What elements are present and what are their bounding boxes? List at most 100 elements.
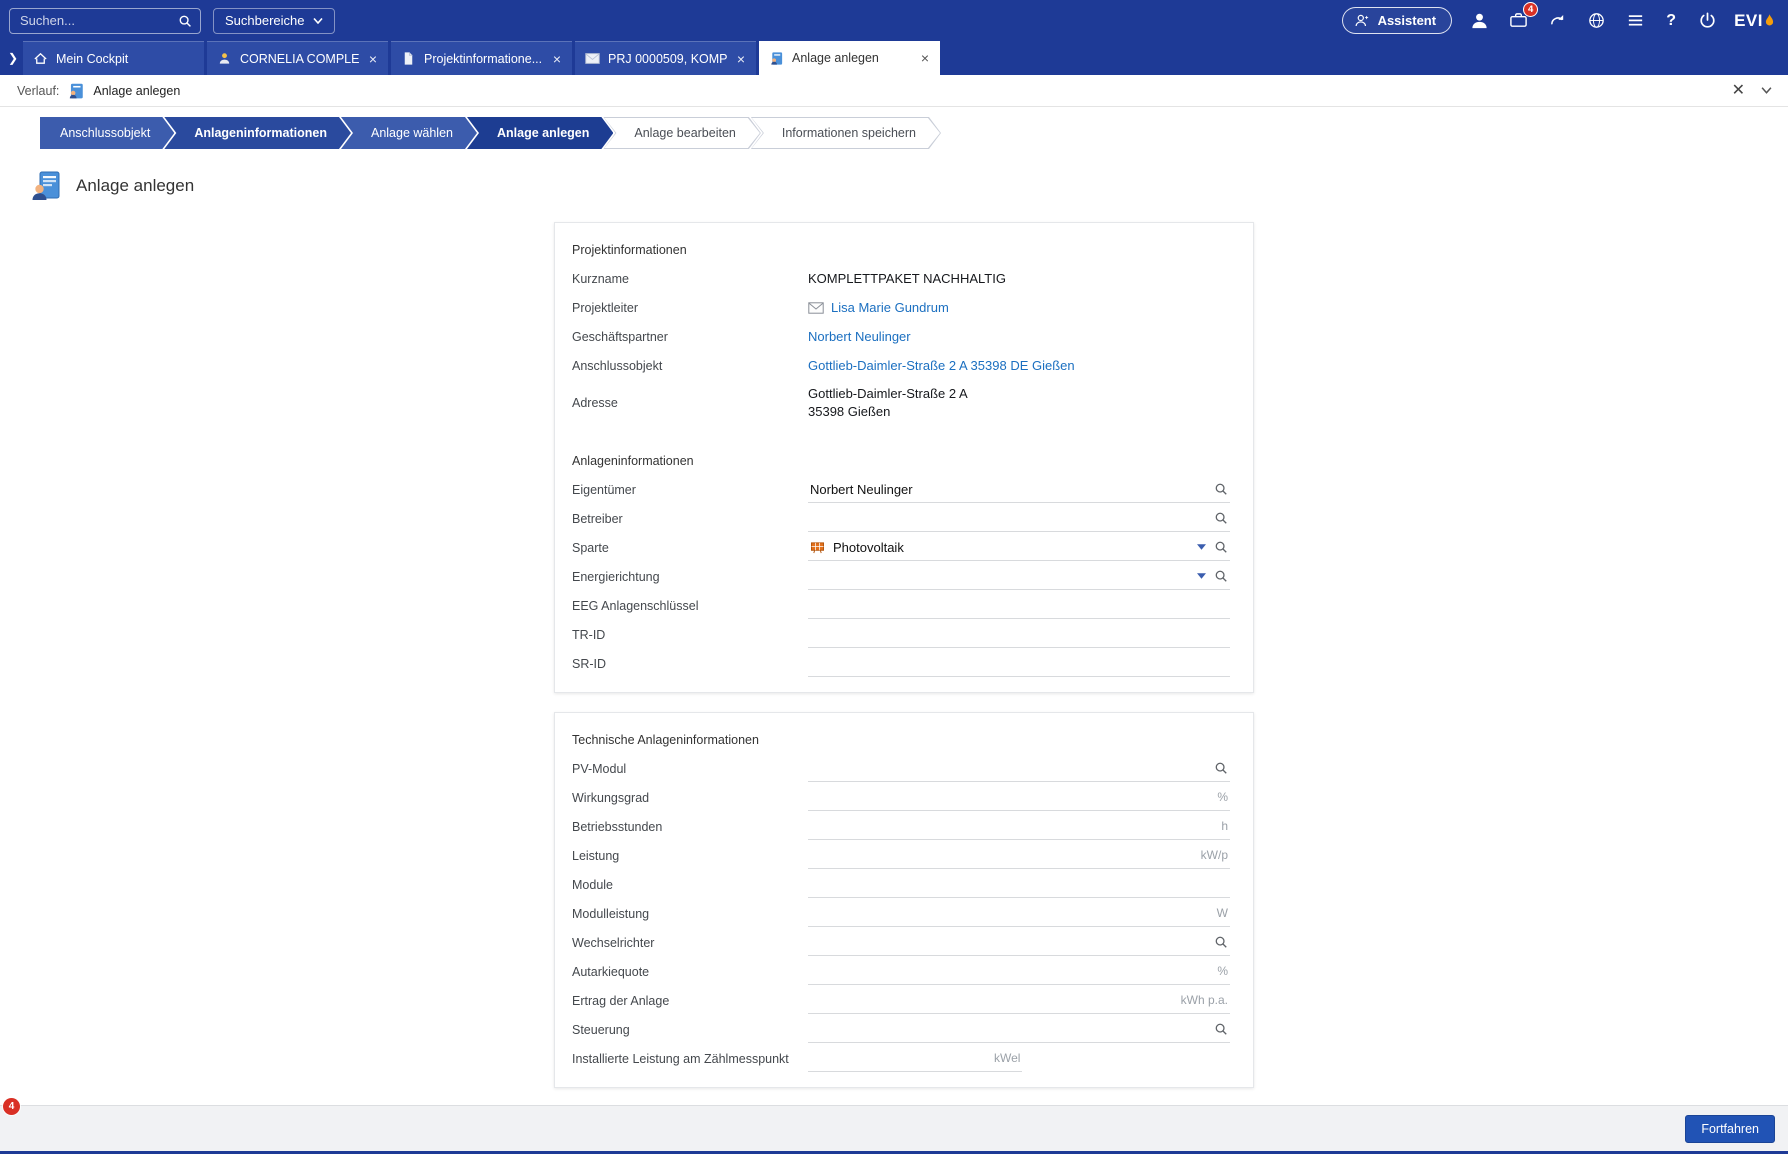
tab-close-icon[interactable]: ×	[551, 50, 563, 68]
ertrag-input[interactable]	[810, 993, 1173, 1008]
chevron-down-icon[interactable]	[1197, 544, 1206, 550]
list-icon	[1626, 11, 1645, 30]
close-icon[interactable]: ✕	[1732, 83, 1745, 99]
unit-label: kWh p.a.	[1181, 993, 1228, 1007]
search-icon[interactable]	[1214, 540, 1228, 554]
global-search-box[interactable]	[9, 8, 201, 34]
autarkiequote-row: Autarkiequote %	[572, 957, 1230, 986]
tab-prj-0000509[interactable]: PRJ 0000509, KOMPL... ×	[575, 41, 756, 75]
betriebsstunden-field[interactable]: h	[808, 814, 1230, 840]
leistung-row: Leistung kW/p	[572, 841, 1230, 870]
search-input[interactable]	[18, 12, 172, 29]
wirkungsgrad-field[interactable]: %	[808, 785, 1230, 811]
fortfahren-button[interactable]: Fortfahren	[1685, 1115, 1775, 1143]
field-label: Anschlussobjekt	[572, 359, 808, 373]
error-count-badge[interactable]: 4	[3, 1098, 20, 1115]
chevron-down-icon[interactable]	[1197, 573, 1206, 579]
installierte-leistung-field[interactable]: kWel	[808, 1046, 1022, 1072]
pv-modul-field[interactable]	[808, 756, 1230, 782]
search-icon[interactable]	[1214, 935, 1228, 949]
tab-projektinformationen[interactable]: Projektinformatione... ×	[391, 41, 572, 75]
wizard-step-anlage-anlegen[interactable]: Anlage anlegen	[467, 117, 613, 149]
history-current-page[interactable]: Anlage anlegen	[93, 84, 180, 98]
betreiber-input[interactable]	[810, 511, 1206, 526]
wirkungsgrad-input[interactable]	[810, 790, 1209, 805]
module-input[interactable]	[810, 877, 1228, 892]
betriebsstunden-input[interactable]	[810, 819, 1213, 834]
anlage-icon	[31, 170, 63, 202]
section-title: Technische Anlageninformationen	[572, 725, 1230, 754]
tasks-button[interactable]: 4	[1506, 9, 1530, 33]
email-icon[interactable]	[808, 302, 824, 314]
section-title: Anlageninformationen	[572, 446, 1230, 475]
search-icon[interactable]	[1214, 761, 1228, 775]
geschaeftspartner-link[interactable]: Norbert Neulinger	[808, 329, 911, 344]
logout-button[interactable]	[1695, 9, 1719, 33]
steuerung-input[interactable]	[810, 1022, 1206, 1037]
leistung-input[interactable]	[810, 848, 1193, 863]
search-icon[interactable]	[1214, 569, 1228, 583]
search-icon[interactable]	[1214, 1022, 1228, 1036]
installierte-leistung-input[interactable]	[810, 1051, 986, 1066]
topbar: Suchbereiche Assistent 4 ? EVI	[0, 0, 1788, 41]
tab-close-icon[interactable]: ×	[919, 49, 931, 67]
modulleistung-field[interactable]: W	[808, 901, 1230, 927]
eeg-input[interactable]	[810, 598, 1228, 613]
energierichtung-field[interactable]	[808, 564, 1230, 590]
wechselrichter-field[interactable]	[808, 930, 1230, 956]
eeg-field[interactable]	[808, 593, 1230, 619]
tab-mein-cockpit[interactable]: Mein Cockpit	[23, 41, 204, 75]
tab-cornelia[interactable]: CORNELIA COMPLE... ×	[207, 41, 388, 75]
steuerung-field[interactable]	[808, 1017, 1230, 1043]
tr-id-input[interactable]	[810, 627, 1228, 642]
sr-id-input[interactable]	[810, 656, 1228, 671]
search-icon[interactable]	[1214, 511, 1228, 525]
betreiber-field[interactable]	[808, 506, 1230, 532]
autarkiequote-input[interactable]	[810, 964, 1209, 979]
tab-close-icon[interactable]: ×	[735, 50, 747, 68]
tab-anlage-anlegen[interactable]: Anlage anlegen ×	[759, 41, 940, 75]
user-button[interactable]	[1467, 9, 1491, 33]
notification-badge[interactable]: 4	[1523, 2, 1538, 17]
eigentuemer-input[interactable]	[810, 482, 1206, 497]
field-label: Projektleiter	[572, 301, 808, 315]
anschlussobjekt-link[interactable]: Gottlieb-Daimler-Straße 2 A 35398 DE Gie…	[808, 358, 1075, 373]
menu-button[interactable]	[1623, 9, 1647, 33]
wizard-step-anlageninformationen[interactable]: Anlageninformationen	[164, 117, 351, 149]
tr-id-field[interactable]	[808, 622, 1230, 648]
field-label: Betriebsstunden	[572, 820, 808, 834]
search-icon[interactable]	[178, 14, 192, 28]
wizard-steps: Anschlussobjekt Anlageninformationen Anl…	[40, 117, 1788, 149]
projektleiter-link[interactable]: Lisa Marie Gundrum	[831, 300, 949, 315]
autarkiequote-field[interactable]: %	[808, 959, 1230, 985]
wechselrichter-input[interactable]	[810, 935, 1206, 950]
chevron-down-icon[interactable]	[1761, 87, 1772, 94]
energierichtung-input[interactable]	[810, 569, 1189, 584]
redo-button[interactable]	[1545, 9, 1569, 33]
flame-icon	[1765, 14, 1774, 27]
ertrag-field[interactable]: kWh p.a.	[808, 988, 1230, 1014]
assistant-button[interactable]: Assistent	[1342, 7, 1453, 34]
betreiber-row: Betreiber	[572, 504, 1230, 533]
module-field[interactable]	[808, 872, 1230, 898]
help-button[interactable]: ?	[1662, 12, 1680, 30]
tab-close-icon[interactable]: ×	[367, 50, 379, 68]
tab-overflow-chevron-icon[interactable]: ❯	[3, 41, 23, 75]
map-button[interactable]	[1584, 9, 1608, 33]
sparte-field[interactable]: Photovoltaik	[808, 535, 1230, 561]
wizard-step-anlage-waehlen[interactable]: Anlage wählen	[341, 117, 477, 149]
unit-label: kWel	[994, 1051, 1020, 1065]
sr-id-field[interactable]	[808, 651, 1230, 677]
unit-label: %	[1217, 964, 1228, 978]
field-label: TR-ID	[572, 628, 808, 642]
eigentuemer-field[interactable]	[808, 477, 1230, 503]
project-document-icon	[400, 51, 416, 67]
leistung-field[interactable]: kW/p	[808, 843, 1230, 869]
project-info-card: Projektinformationen Kurzname KOMPLETTPA…	[554, 222, 1254, 693]
pv-modul-input[interactable]	[810, 761, 1206, 776]
wizard-step-anschlussobjekt[interactable]: Anschlussobjekt	[40, 117, 174, 149]
modulleistung-input[interactable]	[810, 906, 1209, 921]
search-scope-dropdown[interactable]: Suchbereiche	[213, 8, 335, 34]
search-icon[interactable]	[1214, 482, 1228, 496]
tab-label: Anlage anlegen	[792, 51, 911, 65]
